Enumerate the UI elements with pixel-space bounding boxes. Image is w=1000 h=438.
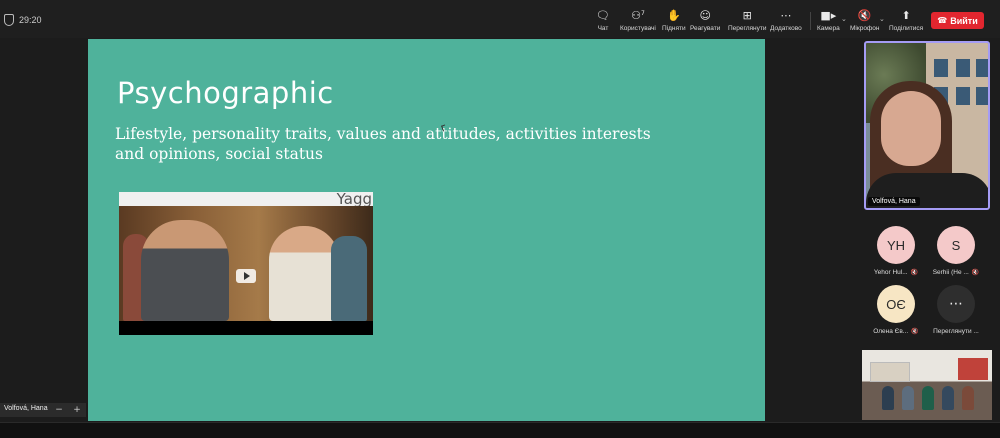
camera-button[interactable]: ■▸ Камера (817, 9, 840, 35)
view-more-participants[interactable]: ⋯ Переглянути ... (926, 285, 986, 343)
play-icon[interactable] (236, 269, 256, 283)
participants-label: Користувачі (620, 25, 656, 32)
speaker-face (881, 91, 941, 166)
react-button[interactable]: ☺ Реагувати (690, 9, 720, 35)
zoom-in-button[interactable]: + (73, 405, 81, 415)
participant-tile[interactable]: OЄ Олена Єв... 🔇 (866, 285, 926, 343)
share-label: Поділитися (889, 25, 924, 32)
grid-icon: ⊞ (742, 9, 752, 22)
participant-tile[interactable]: YH Yehor Hul... 🔇 (866, 226, 926, 284)
avatar: OЄ (877, 285, 915, 323)
zoom-out-button[interactable]: − (55, 405, 63, 415)
share-button[interactable]: ⬆ Поділитися (889, 9, 923, 35)
mic-chevron-down-icon[interactable]: ⌄ (879, 15, 885, 23)
chat-label: Чат (597, 25, 609, 32)
react-label: Реагувати (690, 25, 721, 32)
mic-off-icon: 🔇 (911, 328, 919, 335)
raise-label: Підняти (662, 25, 686, 32)
bottom-strip (0, 422, 1000, 438)
video-frame (119, 206, 373, 321)
mic-button[interactable]: 🔇 Мікрофон (850, 9, 880, 35)
shield-icon[interactable] (4, 14, 14, 26)
room-poster (958, 358, 988, 380)
slide-title: Psychographic (117, 76, 334, 110)
shared-slide: Psychographic Lifestyle, personality tra… (88, 39, 765, 421)
avatar: S (937, 226, 975, 264)
camera-icon: ■▸ (820, 9, 837, 22)
speaker-name: Volfová, Hana (868, 197, 920, 206)
self-view-name: Volfová, Hana (0, 403, 52, 417)
smile-icon: ☺ (699, 9, 711, 22)
video-header: Yagg (119, 192, 373, 208)
view-button[interactable]: ⊞ Переглянути (728, 9, 767, 35)
more-icon: ⋯ (937, 285, 975, 323)
participant-tile[interactable]: S Serhii (Не ... 🔇 (926, 226, 986, 284)
room-person (962, 386, 974, 410)
camera-chevron-down-icon[interactable]: ⌄ (841, 15, 847, 23)
room-whiteboard (870, 362, 910, 382)
chat-button[interactable]: 🗨 Чат (596, 9, 610, 35)
participant-name: Олена Єв... (873, 328, 909, 335)
view-more-label: Переглянути ... (933, 328, 979, 335)
phone-icon: ☎ (937, 16, 948, 25)
mic-off-icon: 🔇 (971, 269, 980, 276)
mic-label: Мікрофон (850, 25, 880, 32)
chat-icon: 🗨 (596, 9, 610, 22)
active-speaker-tile[interactable]: Volfová, Hana (864, 41, 990, 210)
embedded-video[interactable]: Yagg (119, 192, 373, 335)
raise-hand-button[interactable]: ✋ Підняти (662, 9, 686, 35)
participant-name: Serhii (Не ... (932, 269, 969, 276)
video-person (141, 220, 229, 321)
mic-off-icon: 🔇 (857, 9, 872, 22)
hand-icon: ✋ (666, 9, 681, 22)
more-icon: ⋯ (780, 9, 792, 22)
view-label: Переглянути (728, 25, 767, 32)
zoom-controls: − + (50, 403, 86, 417)
video-person (331, 236, 367, 321)
room-person (902, 386, 914, 410)
toolbar-divider (810, 12, 811, 30)
share-icon: ⬆ (901, 9, 911, 22)
meeting-timer: 29:20 (19, 15, 42, 25)
room-person (922, 386, 934, 410)
meeting-window: 29:20 🗨 Чат ⚇7 Користувачі ✋ Підняти ☺ Р… (0, 0, 1000, 438)
participants-count: 7 (640, 10, 645, 17)
room-person (942, 386, 954, 410)
leave-label: Вийти (950, 15, 978, 26)
more-button[interactable]: ⋯ Додатково (770, 9, 802, 35)
meeting-toolbar: 29:20 🗨 Чат ⚇7 Користувачі ✋ Підняти ☺ Р… (0, 0, 1000, 38)
mic-off-icon: 🔇 (910, 269, 919, 276)
more-label: Додатково (770, 25, 802, 32)
camera-label: Камера (817, 25, 840, 32)
participant-name: Yehor Hul... (873, 269, 908, 276)
room-video-tile[interactable] (862, 350, 992, 420)
avatar: YH (877, 226, 915, 264)
slide-body: Lifestyle, personality traits, values an… (115, 125, 651, 163)
video-footer (119, 321, 373, 335)
participants-button[interactable]: ⚇7 Користувачі (620, 9, 656, 35)
video-person (269, 226, 339, 321)
leave-button[interactable]: ☎ Вийти (931, 12, 984, 29)
participants-icon: ⚇7 (631, 9, 645, 22)
room-person (882, 386, 894, 410)
